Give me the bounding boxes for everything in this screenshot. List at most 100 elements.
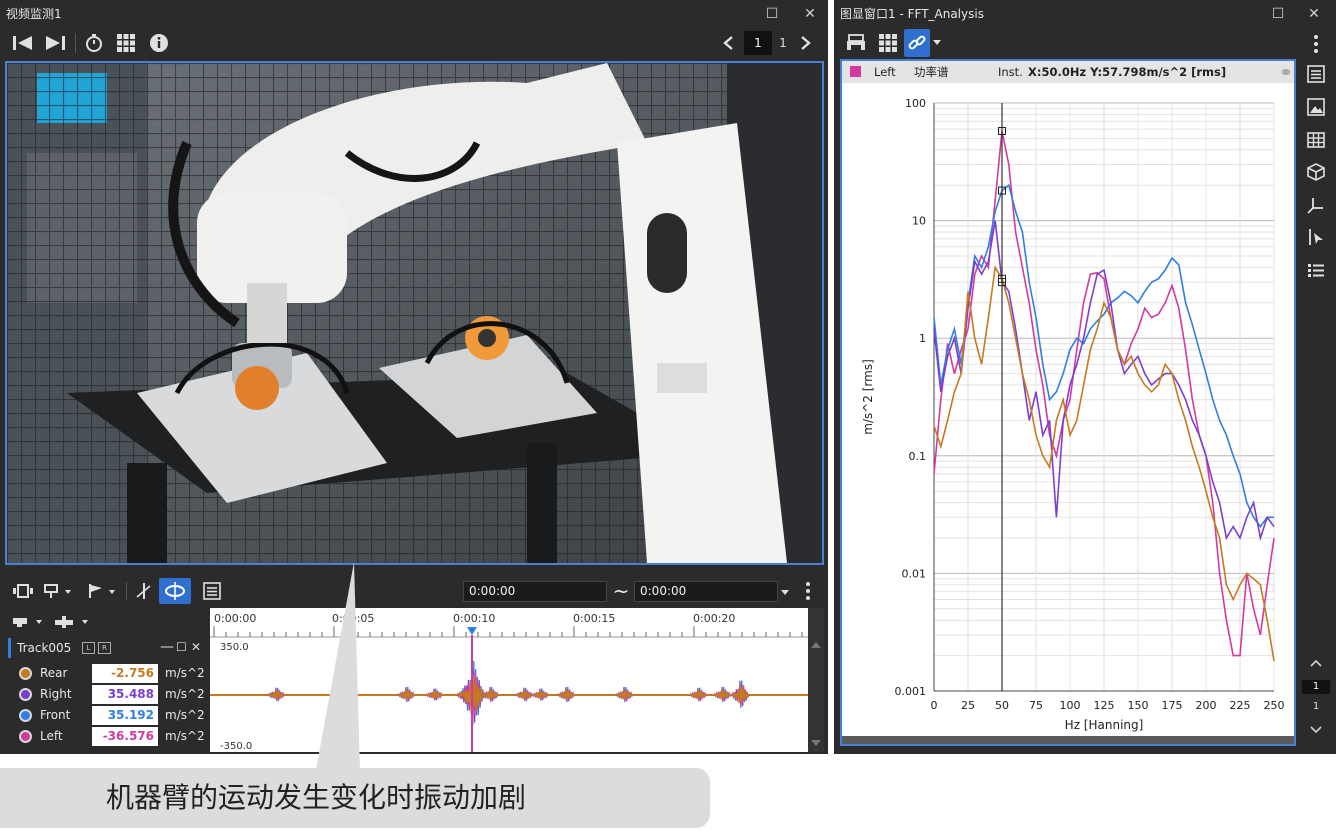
track-row-value: 35.192 bbox=[92, 706, 158, 725]
track-row-left[interactable]: Left -36.576 m/s^2 bbox=[10, 726, 210, 747]
chart-legend-bar: Left 功率谱 Inst. X:50.0Hz Y:57.798m/s^2 [r… bbox=[842, 61, 1294, 83]
x-tick-label: 150 bbox=[1128, 699, 1149, 712]
track-tag-l[interactable]: L bbox=[82, 642, 95, 654]
app-root: 视频监测1 ☐ ✕ 1 1 0:00:00 ~ 0:00:00 Track005… bbox=[0, 0, 1336, 838]
flag-dropdown-icon[interactable] bbox=[84, 580, 120, 602]
grid-icon[interactable] bbox=[114, 31, 138, 55]
chart-frame[interactable]: Left 功率谱 Inst. X:50.0Hz Y:57.798m/s^2 [r… bbox=[840, 59, 1296, 746]
callout-pointer bbox=[316, 562, 360, 770]
page-prev-icon[interactable] bbox=[718, 31, 738, 55]
more-options-icon[interactable] bbox=[1308, 31, 1324, 57]
y-tick-label: 0.1 bbox=[909, 450, 927, 463]
track-row-unit: m/s^2 bbox=[165, 729, 205, 743]
time-dropdown-icon[interactable] bbox=[778, 581, 792, 602]
track-row-right[interactable]: Right 35.488 m/s^2 bbox=[10, 684, 210, 705]
video-frame[interactable] bbox=[5, 61, 824, 565]
cube-3d-icon[interactable] bbox=[1306, 162, 1326, 182]
cursor-tool-icon[interactable] bbox=[1306, 227, 1326, 247]
print-icon[interactable] bbox=[844, 31, 868, 55]
info-icon[interactable] bbox=[147, 31, 171, 55]
track-maximize-icon[interactable]: ☐ bbox=[176, 639, 190, 655]
link-dropdown-icon[interactable] bbox=[931, 36, 943, 48]
next-frame-icon[interactable] bbox=[42, 31, 68, 55]
x-tick-label: 25 bbox=[961, 699, 975, 712]
track-row-front[interactable]: Front 35.192 m/s^2 bbox=[10, 705, 210, 726]
x-tick-label: 250 bbox=[1264, 699, 1285, 712]
x-tick-label: 0 bbox=[931, 699, 938, 712]
legend-collapse-icon[interactable] bbox=[1282, 69, 1290, 75]
graph-window: 图显窗口1 - FFT_Analysis ☐ ✕ Left 功率谱 Inst. … bbox=[834, 0, 1336, 754]
track-row-label: Left bbox=[40, 729, 63, 743]
axes-icon[interactable] bbox=[1306, 195, 1326, 215]
side-page-input[interactable]: 1 bbox=[1302, 680, 1330, 694]
toolbar-divider bbox=[126, 582, 127, 600]
table-icon[interactable] bbox=[1306, 130, 1326, 150]
y-tick-label: 1 bbox=[919, 332, 926, 345]
x-tick-label: 125 bbox=[1094, 699, 1115, 712]
toolbar-divider bbox=[75, 33, 76, 53]
axis-adjust-dropdown-icon[interactable] bbox=[52, 612, 92, 632]
maximize-icon[interactable]: ☐ bbox=[1268, 4, 1288, 24]
track-layout-icon[interactable] bbox=[10, 580, 36, 602]
list-icon[interactable] bbox=[1306, 260, 1326, 280]
prev-frame-icon[interactable] bbox=[10, 31, 36, 55]
side-page-down-icon[interactable] bbox=[1306, 720, 1326, 740]
x-tick-label: 100 bbox=[1060, 699, 1081, 712]
time-label: 0:00:20 bbox=[693, 612, 735, 625]
wave-max-label: 350.0 bbox=[220, 642, 249, 653]
more-options-icon[interactable] bbox=[800, 578, 816, 604]
track-row-unit: m/s^2 bbox=[165, 708, 205, 722]
close-icon[interactable]: ✕ bbox=[1304, 4, 1324, 24]
list-view-icon[interactable] bbox=[200, 580, 224, 602]
track-row-unit: m/s^2 bbox=[165, 687, 205, 701]
legend-type-label: 功率谱 bbox=[914, 65, 949, 79]
y-tick-label: 100 bbox=[905, 97, 926, 110]
track-active-marker bbox=[8, 638, 11, 658]
grid-icon[interactable] bbox=[876, 31, 900, 55]
x-tick-label: 175 bbox=[1162, 699, 1183, 712]
graph-window-title: 图显窗口1 - FFT_Analysis bbox=[840, 7, 984, 21]
robot-arm-video-image bbox=[7, 63, 822, 563]
track-row-value: -2.756 bbox=[92, 664, 158, 683]
y-axis-label: m/s^2 [rms] bbox=[861, 359, 875, 435]
side-page-up-icon[interactable] bbox=[1306, 653, 1326, 673]
y-tick-label: 0.001 bbox=[895, 685, 927, 698]
track-row-label: Rear bbox=[40, 666, 68, 680]
properties-panel-icon[interactable] bbox=[1306, 64, 1326, 84]
x-axis-label: Hz [Hanning] bbox=[1065, 718, 1144, 732]
fft-chart-svg: 0 25 50 75 100 125 150 175 200 225 250 100 10 1 0.1 0.0… bbox=[861, 97, 1285, 732]
right-color-dot-icon bbox=[19, 688, 32, 701]
channel-filter-dropdown-icon[interactable] bbox=[10, 612, 46, 632]
front-color-dot-icon bbox=[19, 709, 32, 722]
x-tick-label: 50 bbox=[995, 699, 1009, 712]
cursor-readout: X:50.0Hz Y:57.798m/s^2 [rms] bbox=[1028, 65, 1227, 79]
x-tick-label: 225 bbox=[1230, 699, 1251, 712]
wave-min-label: -350.0 bbox=[220, 741, 252, 752]
close-icon[interactable]: ✕ bbox=[800, 4, 820, 24]
link-waveform-toggle-icon[interactable] bbox=[159, 578, 191, 604]
video-window-title: 视频监测1 bbox=[6, 7, 62, 21]
track-close-icon[interactable]: ✕ bbox=[191, 639, 205, 655]
track-row-value: -36.576 bbox=[92, 727, 158, 746]
left-color-dot-icon bbox=[19, 730, 32, 743]
marker-dropdown-icon[interactable] bbox=[40, 580, 76, 602]
legend-channel-label: Left bbox=[874, 65, 896, 79]
caption-banner: 机器臂的运动发生变化时振动加剧 bbox=[0, 768, 710, 828]
stopwatch-icon[interactable] bbox=[82, 31, 106, 55]
y-tick-label: 10 bbox=[912, 215, 926, 228]
track-row-rear[interactable]: Rear -2.756 m/s^2 bbox=[10, 663, 210, 684]
chart-hscrollbar[interactable] bbox=[842, 736, 1294, 744]
page-total: 1 bbox=[779, 36, 787, 50]
track-tag-r[interactable]: R bbox=[98, 642, 111, 654]
image-icon[interactable] bbox=[1306, 97, 1326, 117]
page-next-icon[interactable] bbox=[796, 31, 816, 55]
link-icon[interactable] bbox=[904, 29, 930, 57]
side-page-total: 1 bbox=[1312, 701, 1320, 712]
track-minimize-icon[interactable]: — bbox=[160, 639, 174, 655]
cursor-sync-icon[interactable] bbox=[132, 580, 156, 602]
track-row-label: Front bbox=[40, 708, 71, 722]
page-number-input[interactable]: 1 bbox=[744, 31, 772, 55]
maximize-icon[interactable]: ☐ bbox=[762, 4, 782, 24]
cursor-readout-prefix: Inst. bbox=[998, 65, 1023, 79]
waveform-scrollbar[interactable] bbox=[808, 608, 824, 752]
